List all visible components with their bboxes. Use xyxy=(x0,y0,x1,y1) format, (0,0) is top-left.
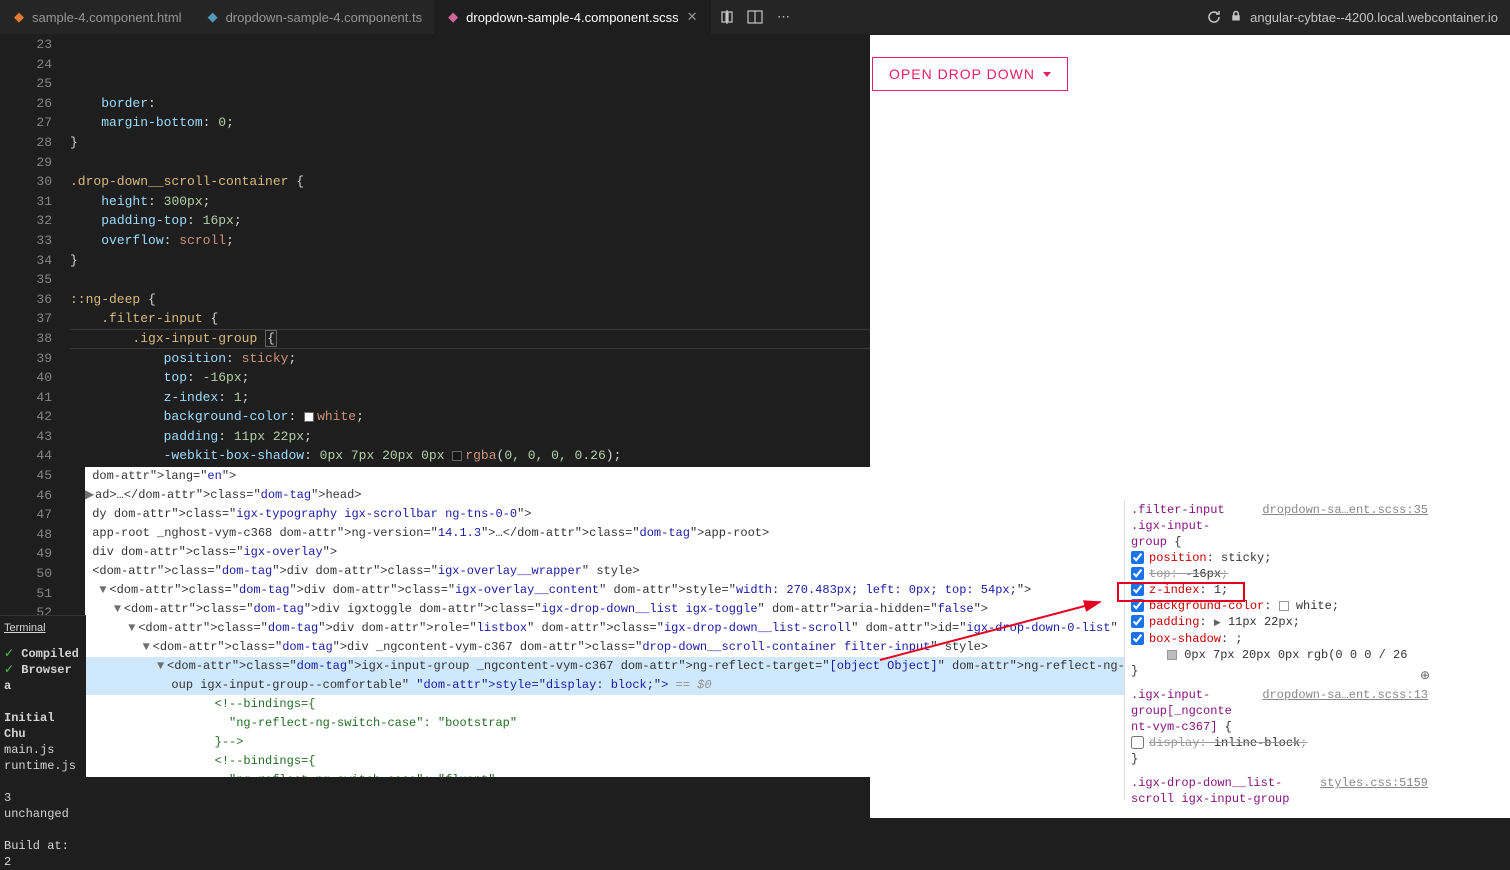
compare-icon[interactable] xyxy=(719,9,735,25)
tab-scss[interactable]: ◆ dropdown-sample-4.component.scss ✕ xyxy=(434,0,711,34)
tab-html[interactable]: ◆ sample-4.component.html xyxy=(0,0,194,34)
tab-label: dropdown-sample-4.component.scss xyxy=(466,10,678,25)
tab-ts[interactable]: ◆ dropdown-sample-4.component.ts xyxy=(194,0,435,34)
close-icon[interactable]: ✕ xyxy=(685,9,700,25)
elements-panel[interactable]: dom-attr">lang="en">▶ad>…</dom-attr">cla… xyxy=(85,467,1125,777)
lock-icon xyxy=(1230,10,1242,25)
reload-icon[interactable] xyxy=(1206,9,1222,25)
browser-url-bar: angular-cybtae--4200.local.webcontainer.… xyxy=(1194,9,1510,25)
url-text[interactable]: angular-cybtae--4200.local.webcontainer.… xyxy=(1250,10,1498,25)
terminal-panel[interactable]: Terminal ✓ Compiled✓ Browser a Initial C… xyxy=(0,615,86,815)
split-editor-icon[interactable] xyxy=(747,9,763,25)
sass-icon: ◆ xyxy=(446,10,460,24)
more-icon[interactable]: ⋯ xyxy=(775,9,791,25)
caret-down-icon xyxy=(1043,72,1051,77)
open-dropdown-button[interactable]: OPEN DROP DOWN xyxy=(872,57,1068,91)
top-bar: ◆ sample-4.component.html ◆ dropdown-sam… xyxy=(0,0,1510,35)
editor-toolbar: ⋯ xyxy=(719,9,801,25)
styles-panel[interactable]: dropdown-sa…ent.scss:35.filter-input.igx… xyxy=(1124,500,1434,800)
terminal-tab[interactable]: Terminal xyxy=(4,620,82,646)
html-icon: ◆ xyxy=(12,10,26,24)
button-label: OPEN DROP DOWN xyxy=(889,66,1035,82)
typescript-icon: ◆ xyxy=(206,10,220,24)
tab-label: dropdown-sample-4.component.ts xyxy=(226,10,423,25)
editor-tabs: ◆ sample-4.component.html ◆ dropdown-sam… xyxy=(0,0,711,34)
tab-label: sample-4.component.html xyxy=(32,10,182,25)
